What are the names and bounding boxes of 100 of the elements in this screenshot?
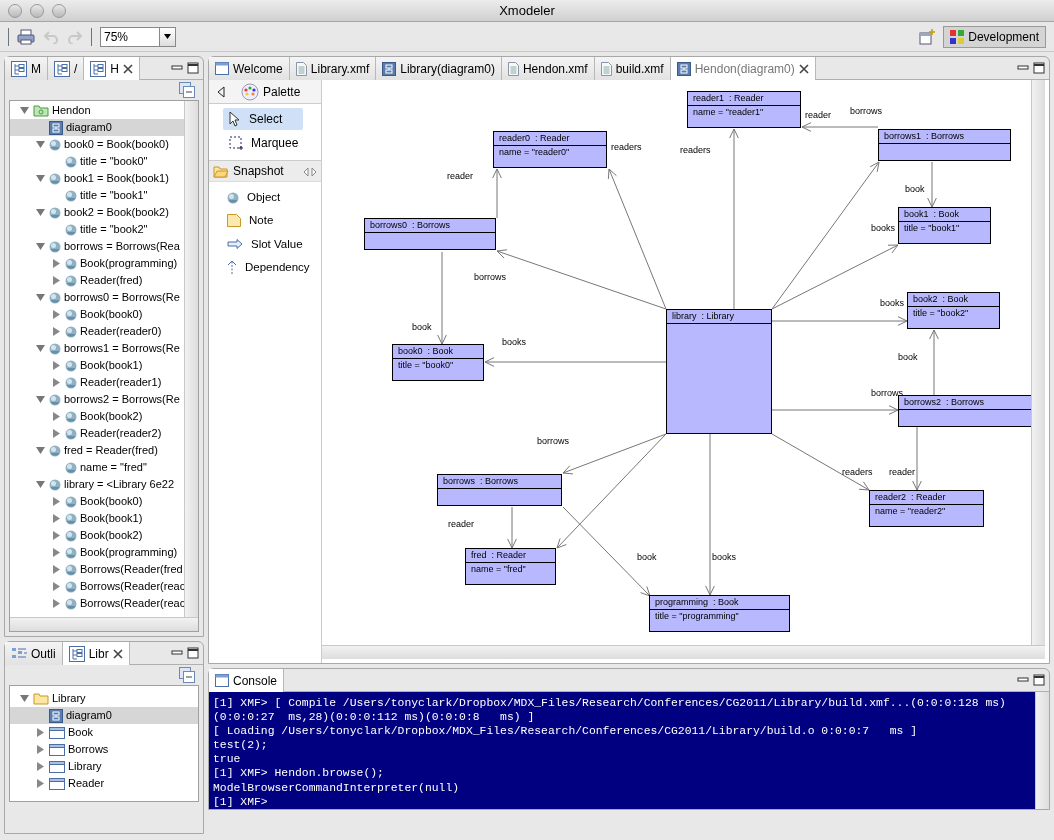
tree-item[interactable]: diagram0 xyxy=(10,119,185,136)
object-node[interactable]: borrows : Borrows xyxy=(437,474,562,506)
tree-item[interactable]: Book xyxy=(10,724,198,741)
tree-item[interactable]: Reader(reader2) xyxy=(10,425,185,442)
panel-tab[interactable]: Welcome xyxy=(209,57,290,80)
panel-tab[interactable]: Hendon(diagram0) xyxy=(670,57,816,80)
panel-tab[interactable]: Outli xyxy=(5,642,63,665)
panel-tab[interactable]: Libr xyxy=(62,642,130,665)
object-node[interactable]: reader1 : Reader name = "reader1" xyxy=(687,91,801,128)
tree-item[interactable]: Borrows(Reader(reac xyxy=(10,578,185,595)
vertical-scrollbar[interactable] xyxy=(184,101,198,617)
tree-item[interactable]: name = "fred" xyxy=(10,459,185,476)
horizontal-scrollbar[interactable] xyxy=(322,645,1045,659)
object-title: book1 : Book xyxy=(899,208,990,222)
tree-item[interactable]: borrows0 = Borrows(Re xyxy=(10,289,185,306)
tree-item[interactable]: title = "book1" xyxy=(10,187,185,204)
tree-item[interactable]: Reader xyxy=(10,775,198,792)
sphere-icon xyxy=(49,291,61,304)
tree-item[interactable]: Book(book2) xyxy=(10,408,185,425)
tree-item[interactable]: Borrows(Reader(fred xyxy=(10,561,185,578)
maximize-icon xyxy=(1033,674,1045,686)
object-node[interactable]: book1 : Book title = "book1" xyxy=(898,207,991,244)
tree-item[interactable]: Book(book1) xyxy=(10,510,185,527)
drawer-header[interactable]: Snapshot xyxy=(209,160,321,182)
tree-item[interactable]: Reader(fred) xyxy=(10,272,185,289)
slot-value: title = "book0" xyxy=(398,359,454,371)
diagram-icon xyxy=(676,61,691,76)
object-node[interactable]: reader0 : Reader name = "reader0" xyxy=(493,131,607,168)
object-node[interactable]: programming : Book title = "programming" xyxy=(649,595,790,632)
tree-item[interactable]: Book(programming) xyxy=(10,544,185,561)
tree-item[interactable]: borrows1 = Borrows(Re xyxy=(10,340,185,357)
console-line: (0:0:0:27 ms,28)(0:0:0:112 ms)(0:0:0:8 ms) ] xyxy=(213,710,536,725)
palette-tool[interactable]: Marquee xyxy=(223,132,303,154)
console-line: [1] XMF> xyxy=(213,794,269,809)
sphere-icon xyxy=(49,206,61,219)
tree-item[interactable]: Book(book1) xyxy=(10,357,185,374)
minimize-window-button[interactable] xyxy=(30,4,44,18)
tree-item[interactable]: Reader(reader1) xyxy=(10,374,185,391)
panel-tab[interactable]: / xyxy=(48,57,85,80)
object-node[interactable]: reader2 : Reader name = "reader2" xyxy=(869,490,984,527)
tree-item[interactable]: Book(book0) xyxy=(10,306,185,323)
slot-value: title = "book1" xyxy=(904,222,960,234)
zoom-field[interactable]: 75% xyxy=(100,26,160,47)
vertical-scrollbar[interactable] xyxy=(1035,692,1049,809)
tree-item[interactable]: diagram0 xyxy=(10,707,198,724)
class-icon xyxy=(49,726,65,739)
tree-item[interactable]: library = <Library 6e22 xyxy=(10,476,185,493)
connector-arrow xyxy=(929,329,939,396)
document-icon xyxy=(295,61,307,76)
tree-item[interactable]: book2 = Book(book2) xyxy=(10,204,185,221)
object-node[interactable]: book2 : Book title = "book2" xyxy=(907,292,1000,329)
tree-item[interactable]: Reader(reader0) xyxy=(10,323,185,340)
sphere-icon xyxy=(65,546,77,559)
vertical-scrollbar[interactable] xyxy=(1031,80,1045,645)
panel-tab[interactable]: H xyxy=(84,57,140,80)
object-node[interactable]: book0 : Book title = "book0" xyxy=(392,344,484,381)
palette-tool[interactable]: Select xyxy=(223,108,303,130)
tree-item[interactable]: Borrows(Reader(reac xyxy=(10,595,185,612)
object-node[interactable]: fred : Reader name = "fred" xyxy=(465,548,556,585)
tree-item[interactable]: Book(programming) xyxy=(10,255,185,272)
panel-tab[interactable]: build.xmf xyxy=(594,57,671,80)
tree-item[interactable]: book0 = Book(book0) xyxy=(10,136,185,153)
close-window-button[interactable] xyxy=(8,4,22,18)
sphere-icon xyxy=(65,529,77,542)
tree-item[interactable]: Library xyxy=(10,758,198,775)
object-node[interactable]: borrows1 : Borrows xyxy=(878,129,1011,161)
object-node[interactable]: borrows2 : Borrows xyxy=(898,395,1031,427)
panel-tab[interactable]: Library(diagram0) xyxy=(376,57,502,80)
tree-item[interactable]: fred = Reader(fred) xyxy=(10,442,185,459)
object-node[interactable]: borrows0 : Borrows xyxy=(364,218,496,250)
palette-tool[interactable]: Note xyxy=(223,209,321,233)
horizontal-scrollbar[interactable] xyxy=(10,617,198,631)
tree-item[interactable]: Book(book2) xyxy=(10,527,185,544)
tree-view-icon xyxy=(54,60,70,77)
tree-item[interactable]: Borrows xyxy=(10,741,198,758)
tree-item[interactable]: borrows = Borrows(Rea xyxy=(10,238,185,255)
palette-tool[interactable]: Object xyxy=(223,186,321,210)
console-line: [1] XMF> Hendon.browse(); xyxy=(213,766,385,781)
perspective-button[interactable]: Development xyxy=(943,25,1046,48)
panel-tab[interactable]: M xyxy=(5,57,48,80)
tree-item[interactable]: Book(book0) xyxy=(10,493,185,510)
tree-item[interactable]: title = "book2" xyxy=(10,221,185,238)
panel-tab[interactable]: Hendon.xmf xyxy=(501,57,595,80)
tree-item[interactable]: book1 = Book(book1) xyxy=(10,170,185,187)
open-perspective-icon xyxy=(919,28,936,45)
panel-tab[interactable]: Console xyxy=(209,669,285,692)
palette-tool[interactable]: Dependency xyxy=(223,255,321,279)
print-button[interactable] xyxy=(17,28,35,45)
palette-tool[interactable]: Slot Value xyxy=(223,232,321,256)
tree-item[interactable]: Library xyxy=(10,690,198,707)
tree-item[interactable]: borrows2 = Borrows(Re xyxy=(10,391,185,408)
panel-tab[interactable]: Library.xmf xyxy=(289,57,377,80)
pointer-icon xyxy=(229,111,241,127)
maximize-icon xyxy=(187,62,199,74)
tree-item[interactable]: Hendon xyxy=(10,102,185,119)
tree-item[interactable]: title = "book0" xyxy=(10,153,185,170)
zoom-window-button[interactable] xyxy=(52,4,66,18)
dropdown-button[interactable] xyxy=(160,26,176,47)
sphere-icon xyxy=(65,325,77,338)
object-node[interactable]: library : Library xyxy=(666,309,772,434)
